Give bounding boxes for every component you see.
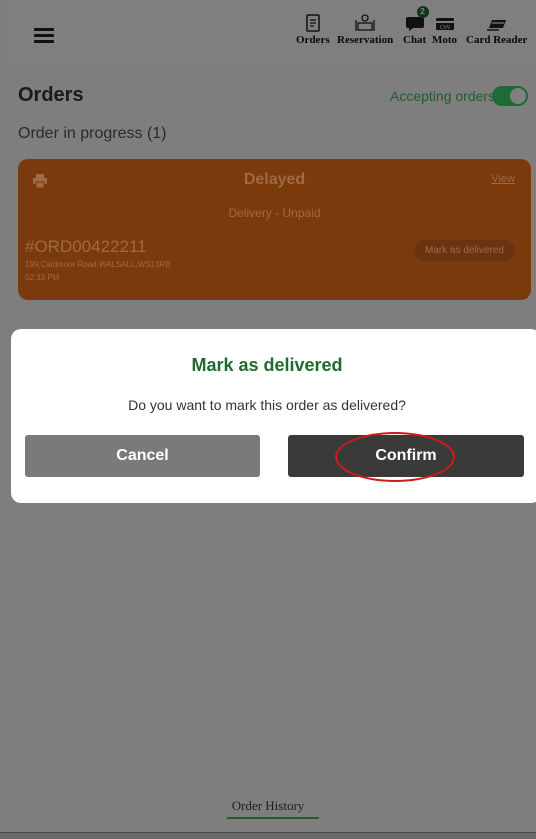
order-history-tab[interactable]: Order History xyxy=(0,798,536,814)
order-address: 199,Caldmore Road,WALSALL,WS13RB xyxy=(25,260,171,269)
order-time: 02:33 PM xyxy=(25,273,60,282)
delivery-type: Delivery - Unpaid xyxy=(228,206,321,220)
page-title: Orders xyxy=(18,84,84,106)
order-history-underline xyxy=(227,817,319,819)
accepting-orders-label: Accepting orders xyxy=(390,88,496,104)
view-order-link[interactable]: View xyxy=(491,173,515,185)
toggle-knob xyxy=(510,88,526,104)
cancel-button[interactable]: Cancel xyxy=(25,435,260,477)
order-id: #ORD00422211 xyxy=(25,237,147,256)
accepting-orders-toggle[interactable] xyxy=(492,86,528,106)
order-status: Delayed xyxy=(243,171,306,188)
highlight-circle xyxy=(335,432,455,482)
order-in-progress-label: Order in progress (1) xyxy=(18,125,167,142)
confirm-dialog: Mark as delivered Do you want to mark th… xyxy=(11,329,536,503)
dialog-message: Do you want to mark this order as delive… xyxy=(128,397,406,413)
header-dim-overlay xyxy=(6,0,536,66)
dialog-title: Mark as delivered xyxy=(191,355,343,375)
mark-as-delivered-button[interactable]: Mark as delivered xyxy=(414,240,515,261)
order-card[interactable]: Delayed View Delivery - Unpaid #ORD00422… xyxy=(18,159,531,300)
